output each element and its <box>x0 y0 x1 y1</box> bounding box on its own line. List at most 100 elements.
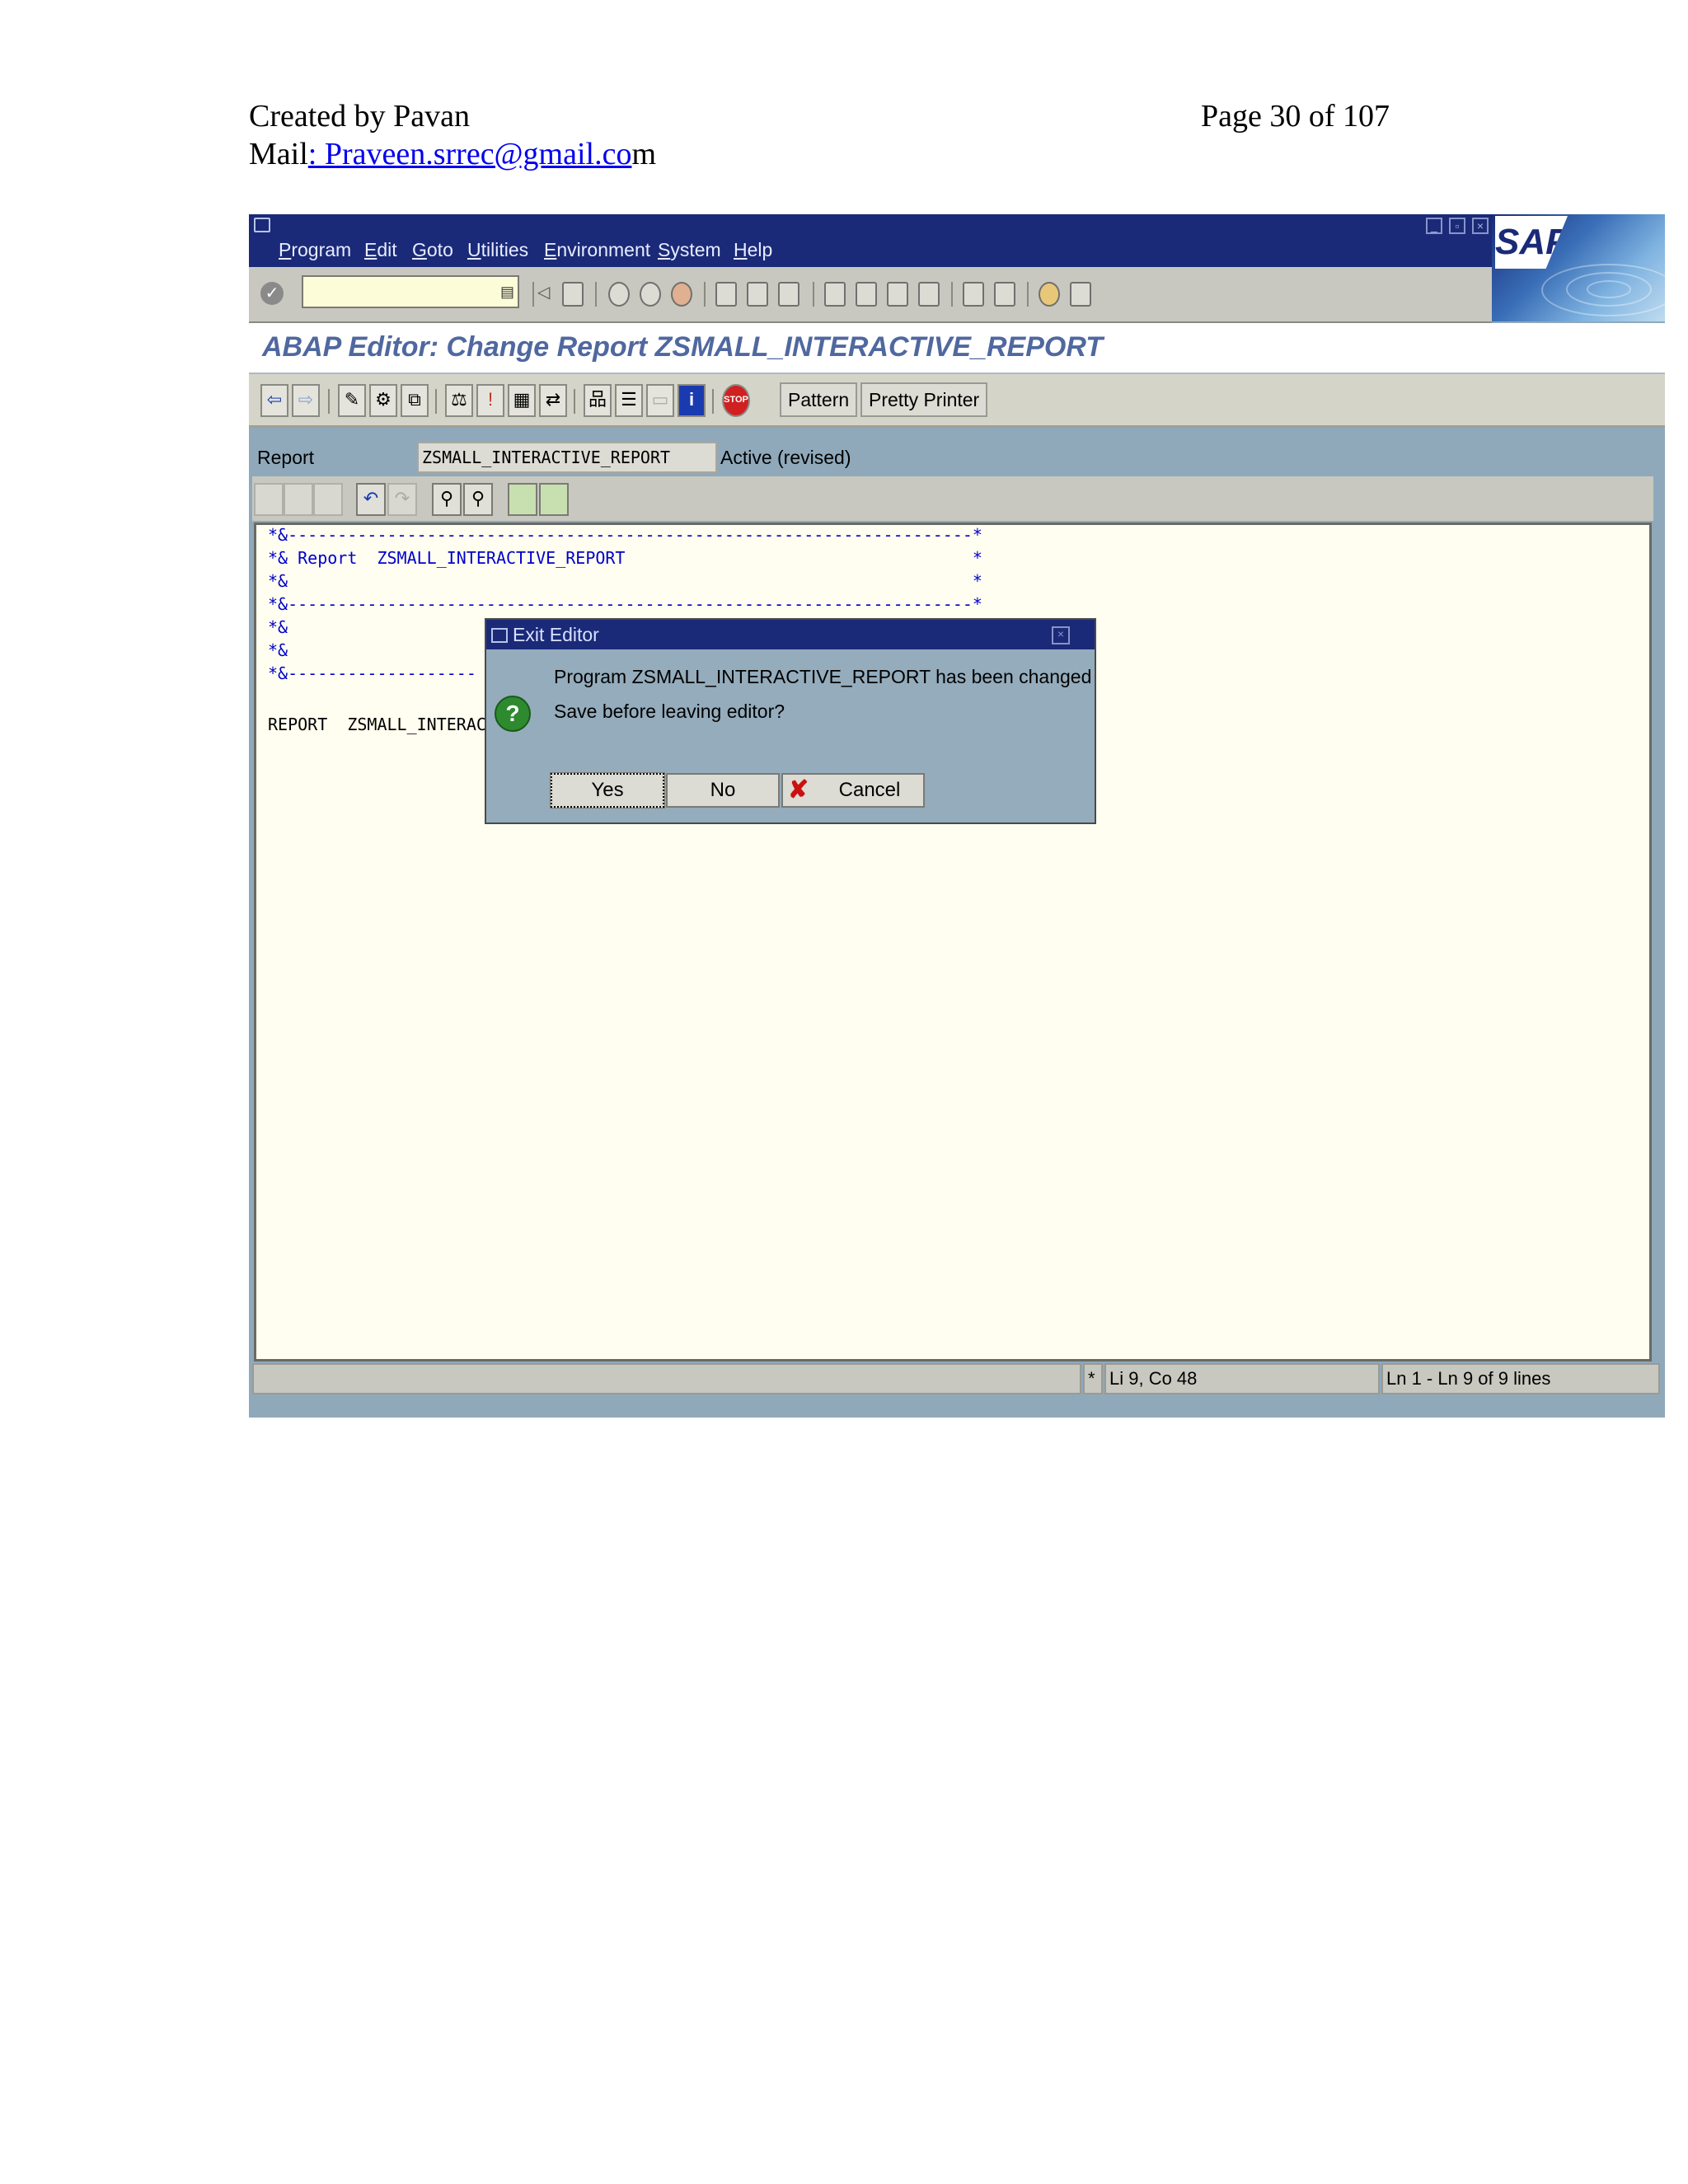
active-inactive-icon[interactable]: ⚙ <box>369 384 397 417</box>
hierarchy-icon[interactable]: 品 <box>584 384 612 417</box>
sap-logo-text: SAP <box>1495 216 1568 269</box>
help-icon[interactable] <box>1039 282 1060 307</box>
application-toolbar: ⇦ ⇨ ✎ ⚙ ⧉ ⚖ ! ▦ ⇄ 品 ☰ ▭ i STOP Pattern P… <box>249 374 1665 428</box>
menu-environment[interactable]: Environment <box>544 239 650 261</box>
cancel-x-icon: ✘ <box>788 776 809 804</box>
shortcut-icon[interactable] <box>994 282 1015 307</box>
enter-icon[interactable]: ✓ <box>260 282 284 305</box>
find-next-icon[interactable]: ⚲ <box>463 483 493 516</box>
cut-icon[interactable] <box>254 483 284 516</box>
stop-icon[interactable]: STOP <box>722 384 750 417</box>
dropdown-icon[interactable]: ▤ <box>500 284 514 301</box>
new-session-icon[interactable] <box>963 282 984 307</box>
insert-icon[interactable] <box>508 483 537 516</box>
status-message <box>252 1363 1081 1394</box>
display-change-icon[interactable]: ✎ <box>338 384 366 417</box>
next-page-icon[interactable] <box>887 282 908 307</box>
report-label: Report <box>257 447 315 468</box>
find-icon[interactable]: ⚲ <box>432 483 462 516</box>
back-arrow-icon[interactable]: ⇦ <box>260 384 288 417</box>
line-count: Ln 1 - Ln 9 of 9 lines <box>1381 1363 1660 1394</box>
close-icon[interactable]: × <box>1052 626 1070 644</box>
navigation-window-icon[interactable]: ☰ <box>615 384 643 417</box>
command-field[interactable]: ▤ <box>302 275 519 308</box>
mail-prefix: Mail <box>249 137 308 171</box>
close-icon[interactable]: × <box>1472 218 1489 234</box>
exit-icon[interactable] <box>640 282 661 307</box>
cancel-icon[interactable] <box>671 282 692 307</box>
pattern-button[interactable]: Pattern <box>780 382 858 417</box>
exit-editor-dialog: Exit Editor × ? Program ZSMALL_INTERACTI… <box>485 618 1096 824</box>
find-icon[interactable] <box>747 282 768 307</box>
menu-goto[interactable]: Goto <box>412 239 453 261</box>
status-mark: * <box>1083 1363 1103 1394</box>
code-line: REPORT ZSMALL_INTERACT <box>268 715 496 734</box>
redo-icon[interactable]: ↷ <box>387 483 417 516</box>
separator <box>574 389 575 414</box>
report-status: Active (revised) <box>720 447 851 468</box>
code-line: *& * <box>268 571 982 591</box>
code-line: *&--------------------------------------… <box>268 594 982 614</box>
code-line: *&------------------- <box>268 663 476 683</box>
cancel-button[interactable]: ✘ Cancel <box>781 773 925 808</box>
first-page-icon[interactable] <box>824 282 846 307</box>
document-header: Created by Pavan Page 30 of 107 Mail: Pr… <box>249 97 1403 173</box>
check-icon[interactable]: ⚖ <box>445 384 473 417</box>
menu-help[interactable]: Help <box>734 239 772 261</box>
dialog-title: Exit Editor <box>513 624 599 645</box>
print-icon[interactable] <box>715 282 737 307</box>
separator <box>951 282 953 307</box>
menu-edit[interactable]: Edit <box>364 239 397 261</box>
window-menu-icon[interactable] <box>491 628 508 643</box>
layout-menu-icon[interactable] <box>1070 282 1091 307</box>
save-icon[interactable] <box>562 282 584 307</box>
back-icon[interactable] <box>608 282 630 307</box>
page-number: Page 30 of 107 <box>1201 99 1390 134</box>
back-arrow-icon[interactable]: ◁ <box>537 282 552 307</box>
sap-window: Program Edit Goto Utilities Environment … <box>249 214 1665 1418</box>
test-icon[interactable]: ▦ <box>508 384 536 417</box>
menu-program[interactable]: Program <box>279 239 351 261</box>
separator <box>704 282 706 307</box>
separator <box>1027 282 1029 307</box>
code-line: *& <box>268 617 288 637</box>
menu-utilities[interactable]: Utilities <box>467 239 528 261</box>
info-icon[interactable]: i <box>678 384 706 417</box>
mail-link[interactable]: : Praveen.srrec@gmail.co <box>308 137 632 171</box>
minimize-icon[interactable]: _ <box>1426 218 1442 234</box>
paste-icon[interactable] <box>313 483 343 516</box>
previous-page-icon[interactable] <box>856 282 877 307</box>
dialog-message: Program ZSMALL_INTERACTIVE_REPORT has be… <box>554 666 1092 687</box>
editor-toolbar: ↶ ↷ ⚲ ⚲ <box>252 476 1653 521</box>
fullscreen-icon[interactable]: ▭ <box>646 384 674 417</box>
sap-logo: SAP <box>1492 214 1665 321</box>
separator <box>595 282 597 307</box>
menu-system[interactable]: System <box>658 239 721 261</box>
separator <box>435 389 437 414</box>
undo-icon[interactable]: ↶ <box>356 483 386 516</box>
window-menu-icon[interactable] <box>254 218 270 232</box>
dialog-question: Save before leaving editor? <box>554 701 785 722</box>
screen-title-bar: ABAP Editor: Change Report ZSMALL_INTERA… <box>249 323 1665 374</box>
replace-icon[interactable] <box>539 483 569 516</box>
find-next-icon[interactable] <box>778 282 799 307</box>
forward-arrow-icon[interactable]: ⇨ <box>292 384 320 417</box>
pretty-printer-button[interactable]: Pretty Printer <box>860 382 988 417</box>
last-page-icon[interactable] <box>918 282 940 307</box>
where-used-icon[interactable]: ⇄ <box>539 384 567 417</box>
maximize-icon[interactable]: ▫ <box>1449 218 1465 234</box>
yes-button[interactable]: Yes <box>550 772 665 808</box>
code-line: *&--------------------------------------… <box>268 525 982 545</box>
activate-icon[interactable]: ! <box>476 384 504 417</box>
question-icon: ? <box>495 696 531 732</box>
other-object-icon[interactable]: ⧉ <box>401 384 429 417</box>
dialog-title-bar: Exit Editor × <box>486 620 1095 649</box>
mail-suffix: m <box>631 137 657 171</box>
copy-icon[interactable] <box>284 483 313 516</box>
status-bar: * Li 9, Co 48 Ln 1 - Ln 9 of 9 lines <box>252 1363 1662 1396</box>
no-button[interactable]: No <box>666 773 780 808</box>
screen-title: ABAP Editor: Change Report ZSMALL_INTERA… <box>262 331 1104 363</box>
separator <box>712 389 714 414</box>
report-field[interactable]: ZSMALL_INTERACTIVE_REPORT <box>417 442 717 473</box>
cancel-label: Cancel <box>838 779 901 801</box>
